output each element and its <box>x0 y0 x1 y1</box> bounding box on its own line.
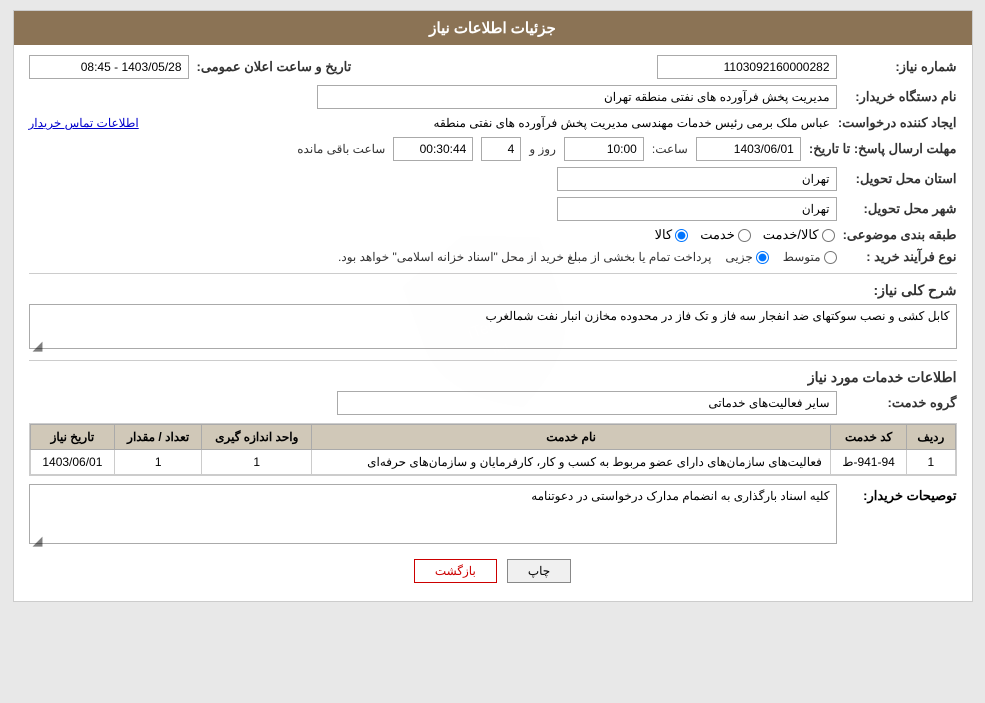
col-radif: ردیف <box>907 425 955 450</box>
group-khedmat-label: گروه خدمت: <box>837 395 957 411</box>
cell-kod: 941-94-ط <box>830 450 906 475</box>
mohlat-baqi-input[interactable] <box>393 137 473 161</box>
mohlat-saat-label: ساعت: <box>652 142 688 156</box>
name-dastgah-input[interactable] <box>317 85 837 109</box>
noe-motawaset-option[interactable]: متوسط <box>783 250 837 264</box>
tabaqe-kala-option[interactable]: کالا <box>655 227 689 243</box>
cell-radif: 1 <box>907 450 955 475</box>
data-table-section: ردیف کد خدمت نام خدمت واحد اندازه گیری ت… <box>29 423 957 476</box>
group-khedmat-input[interactable] <box>337 391 837 415</box>
page-header: جزئیات اطلاعات نیاز <box>14 11 972 45</box>
divider-2 <box>29 360 957 361</box>
mohlat-rooz-label: روز و <box>529 142 556 156</box>
mohlat-label: مهلت ارسال پاسخ: تا تاریخ: <box>801 141 957 157</box>
col-tedad: تعداد / مقدار <box>115 425 202 450</box>
cell-vahed: 1 <box>202 450 312 475</box>
name-dastgah-label: نام دستگاه خریدار: <box>837 89 957 105</box>
tawzih-label: توصیحات خریدار: <box>837 484 957 504</box>
ettelaat-section-title: اطلاعات خدمات مورد نیاز <box>29 369 957 386</box>
cell-tedad: 1 <box>115 450 202 475</box>
resize-handle[interactable]: ◢ <box>29 338 43 352</box>
shahr-input[interactable] <box>557 197 837 221</box>
col-kod: کد خدمت <box>830 425 906 450</box>
page-title: جزئیات اطلاعات نیاز <box>429 20 556 37</box>
ettelaat-tamas-link[interactable]: اطلاعات تماس خریدار <box>29 116 139 130</box>
sharh-textarea-wrapper: كابل كشی و نصب سوکتهای ضد انفجار سه فاز … <box>29 304 957 352</box>
tabaqe-khedmat-radio[interactable] <box>738 229 751 242</box>
tabaqe-kala-khedmat-radio[interactable] <box>822 229 835 242</box>
mohlat-saat-input[interactable] <box>564 137 644 161</box>
ijad-row: ایجاد کننده درخواست: عباس ملک برمی رئیس … <box>29 115 957 131</box>
noe-description: پرداخت تمام یا بخشی از مبلغ خرید از محل … <box>338 250 711 264</box>
ijad-label: ایجاد کننده درخواست: <box>830 115 957 131</box>
tabaqe-kala-khedmat-label: کالا/خدمت <box>763 227 819 243</box>
noe-label: نوع فرآیند خرید : <box>837 249 957 265</box>
name-dastgah-row: نام دستگاه خریدار: <box>29 85 957 109</box>
mohlat-time-group: ساعت: روز و ساعت باقی مانده <box>297 137 801 161</box>
tabaqe-label: طبقه بندی موضوعی: <box>835 227 957 243</box>
tawzih-textarea-wrapper: کلیه اسناد بارگذاری به انضمام مدارک درخو… <box>29 484 837 547</box>
noe-motawaset-label: متوسط <box>783 250 821 264</box>
back-button[interactable]: بازگشت <box>414 559 497 583</box>
ijad-value: عباس ملک برمی رئیس خدمات مهندسی مدیریت پ… <box>147 116 830 130</box>
noe-jazii-option[interactable]: جزیی <box>725 250 768 264</box>
tabaqe-kala-khedmat-option[interactable]: کالا/خدمت <box>763 227 835 243</box>
divider-1 <box>29 273 957 274</box>
noe-radio-group: متوسط جزیی پرداخت تمام یا بخشی از مبلغ خ… <box>338 250 836 264</box>
mohlat-baqi-label: ساعت باقی مانده <box>297 142 385 156</box>
table-row: 1 941-94-ط فعالیت‌های سازمان‌های دارای ع… <box>30 450 955 475</box>
col-vahed: واحد اندازه گیری <box>202 425 312 450</box>
tabaqe-kala-radio[interactable] <box>675 229 688 242</box>
sharh-section-title: شرح کلی نیاز: <box>29 282 957 299</box>
tawzih-resize-handle[interactable]: ◢ <box>29 533 43 547</box>
ostan-label: استان محل تحویل: <box>837 171 957 187</box>
shomare-niaz-label: شماره نیاز: <box>837 59 957 75</box>
tawzih-textarea[interactable]: کلیه اسناد بارگذاری به انضمام مدارک درخو… <box>29 484 837 544</box>
shahr-row: شهر محل تحویل: <box>29 197 957 221</box>
page-container: جزئیات اطلاعات نیاز iTender .net شماره ن… <box>13 10 973 602</box>
cell-tarikh: 1403/06/01 <box>30 450 115 475</box>
noe-jazii-label: جزیی <box>725 250 752 264</box>
noe-motawaset-radio[interactable] <box>824 251 837 264</box>
cell-nam: فعالیت‌های سازمان‌های دارای عضو مربوط به… <box>312 450 831 475</box>
tawzih-container: توصیحات خریدار: کلیه اسناد بارگذاری به ا… <box>29 484 957 547</box>
col-tarikh: تاریخ نیاز <box>30 425 115 450</box>
print-button[interactable]: چاپ <box>507 559 571 583</box>
mohlat-date-input[interactable] <box>696 137 801 161</box>
group-khedmat-row: گروه خدمت: <box>29 391 957 415</box>
ostan-input[interactable] <box>557 167 837 191</box>
noe-jazii-radio[interactable] <box>756 251 769 264</box>
shomare-niaz-row: شماره نیاز: تاریخ و ساعت اعلان عمومی: <box>29 55 957 79</box>
tabaqe-radio-group: کالا/خدمت خدمت کالا <box>655 227 835 243</box>
tabaqe-khedmat-option[interactable]: خدمت <box>700 227 751 243</box>
tabaqe-row: طبقه بندی موضوعی: کالا/خدمت خدمت کالا <box>29 227 957 243</box>
shomare-niaz-input[interactable] <box>657 55 837 79</box>
shahr-label: شهر محل تحویل: <box>837 201 957 217</box>
col-nam: نام خدمت <box>312 425 831 450</box>
sharh-container: كابل كشی و نصب سوکتهای ضد انفجار سه فاز … <box>29 304 957 352</box>
tabaqe-kala-label: کالا <box>655 227 673 243</box>
services-table: ردیف کد خدمت نام خدمت واحد اندازه گیری ت… <box>30 424 956 475</box>
tarikhe-elan-input[interactable] <box>29 55 189 79</box>
noe-row: نوع فرآیند خرید : متوسط جزیی پرداخت تمام… <box>29 249 957 265</box>
tabaqe-khedmat-label: خدمت <box>700 227 735 243</box>
tarikhe-elan-label: تاریخ و ساعت اعلان عمومی: <box>189 59 362 75</box>
button-row: چاپ بازگشت <box>29 559 957 583</box>
ostan-row: استان محل تحویل: <box>29 167 957 191</box>
mohlat-row: مهلت ارسال پاسخ: تا تاریخ: ساعت: روز و س… <box>29 137 957 161</box>
mohlat-rooz-input[interactable] <box>481 137 521 161</box>
sharh-textarea[interactable]: كابل كشی و نصب سوکتهای ضد انفجار سه فاز … <box>29 304 957 349</box>
